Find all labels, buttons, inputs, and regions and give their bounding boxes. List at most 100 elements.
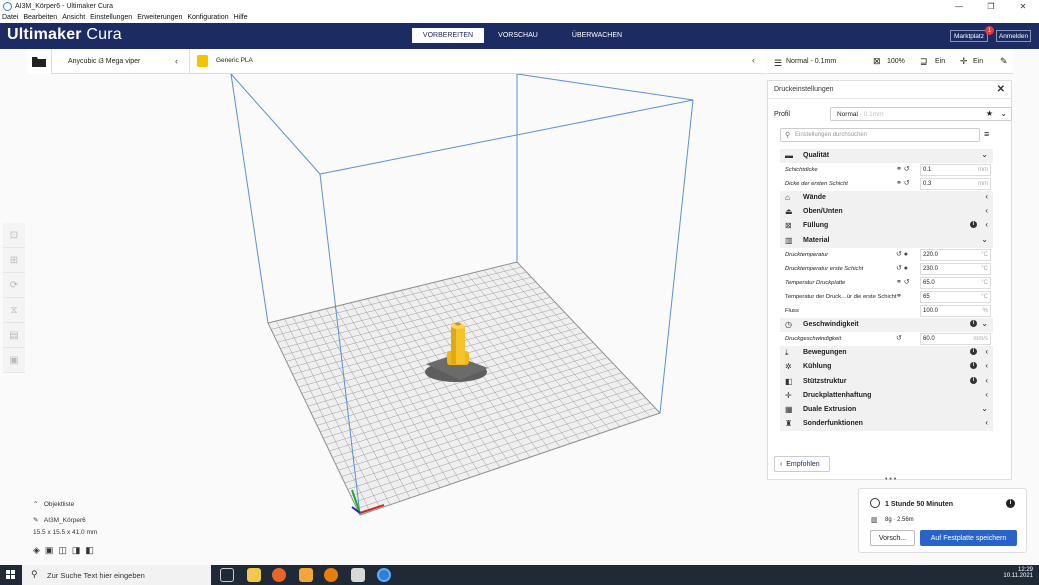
category-icon: ◧ [785, 376, 793, 386]
firefox-icon[interactable] [272, 568, 286, 582]
maximize-button[interactable]: ❐ [975, 0, 1007, 12]
setting-row: Temperatur der Druck…ür die erste Schich… [780, 290, 993, 304]
object-list-header[interactable]: ⌃ Objektliste [33, 500, 153, 508]
support-blocker-icon[interactable]: ▣ [3, 348, 25, 373]
setting-action-icons[interactable]: ↺ ● [896, 250, 908, 258]
chevron-icon[interactable]: ⌄ [981, 235, 988, 244]
chevron-icon[interactable]: ‹ [985, 347, 988, 356]
chevron-icon[interactable]: ‹ [985, 192, 988, 201]
tab-vorschau[interactable]: VORSCHAU [484, 28, 552, 43]
setting-action-icons[interactable]: ↺ ● [896, 264, 908, 272]
printer-chevron-icon[interactable]: ‹ [175, 56, 178, 66]
info-icon[interactable]: i [970, 348, 977, 356]
settings-visibility-menu-icon[interactable]: ≡ [984, 129, 989, 139]
scale-tool-icon[interactable]: ⊞ [3, 248, 25, 273]
blender-icon[interactable] [324, 568, 338, 582]
chevron-icon[interactable]: ‹ [985, 206, 988, 215]
edit-name-icon[interactable]: ✎ [33, 517, 38, 524]
settings-category[interactable]: ▦ Duale Extrusion ⌄ [780, 402, 993, 417]
menu-datei[interactable]: Datei [2, 14, 18, 21]
setting-action-icons[interactable]: ⚭ ↺ [896, 179, 910, 187]
setting-value-field[interactable]: 0.1 mm [920, 164, 991, 177]
profile-dropdown[interactable]: Normal - 0.1mm ★ ⌄ [830, 107, 1012, 121]
minimize-button[interactable]: — [943, 0, 975, 12]
material-selector[interactable]: Generic PLA ‹ [189, 49, 766, 74]
recommended-button[interactable]: ‹ Empfohlen [774, 456, 830, 472]
taskbar-search-input[interactable]: ⚲ Zur Suche Text hier eingeben [22, 565, 211, 585]
signin-button[interactable]: Anmelden [996, 30, 1031, 42]
setting-value-field[interactable]: 100.0% [920, 305, 991, 318]
setting-value-field[interactable]: 65 °C [920, 290, 991, 303]
editor-icon[interactable] [351, 568, 365, 582]
panel-close-icon[interactable]: ✕ [997, 84, 1005, 95]
category-label: Bewegungen [803, 349, 847, 357]
info-icon[interactable]: i [970, 362, 977, 370]
setting-value-field[interactable]: 65.0 °C [920, 276, 991, 289]
setting-value-field[interactable]: 220.0 °C [920, 248, 991, 261]
menu-bearbeiten[interactable]: Bearbeiten [23, 14, 57, 21]
edit-pencil-icon[interactable]: ✎ [1000, 56, 1008, 67]
category-label: Oben/Unten [803, 208, 843, 216]
per-model-settings-icon[interactable]: ▤ [3, 323, 25, 348]
setting-value-field[interactable]: 230.0 °C [920, 262, 991, 275]
search-icon: ⚲ [31, 569, 38, 579]
chevron-icon[interactable]: ‹ [985, 361, 988, 370]
info-icon[interactable]: i [970, 376, 977, 384]
menu-konfiguration[interactable]: Konfiguration [187, 14, 228, 21]
favorite-star-icon[interactable]: ★ [986, 109, 993, 118]
setting-action-icons[interactable]: ⚭ [896, 292, 902, 300]
settings-category[interactable]: ⌂ Wände ‹ [780, 191, 993, 206]
close-button[interactable]: ✕ [1007, 0, 1039, 12]
tab-ueberwachen[interactable]: ÜBERWACHEN [552, 28, 642, 43]
settings-category[interactable]: ♜ Sonderfunktionen ‹ [780, 416, 993, 431]
print-settings-summary[interactable]: ☰ Normal - 0.1mm ⊠ 100% ⊒ Ein ✛ Ein ✎ [767, 49, 1013, 74]
settings-category[interactable]: ◧ Stützstruktur i ‹ [780, 374, 993, 389]
window-title: AI3M_Körper6 - Ultimaker Cura [15, 2, 114, 10]
view-orientation-icons[interactable]: ◈▣◫◨◧ [33, 545, 153, 556]
info-icon[interactable]: i [970, 320, 977, 328]
fusion-icon[interactable] [299, 568, 313, 582]
chevron-icon[interactable]: ‹ [985, 220, 988, 229]
move-tool-icon[interactable]: ⊡ [3, 223, 25, 248]
settings-category[interactable]: ◷ Geschwindigkeit i ⌄ [780, 318, 993, 333]
setting-value-field[interactable]: 60.0 mm/s [920, 333, 991, 346]
menu-einstellungen[interactable]: Einstellungen [90, 14, 132, 21]
save-to-disk-button[interactable]: Auf Festplatte speichern [920, 530, 1017, 546]
settings-search-input[interactable]: ⚲ Einstellungen durchsuchen [780, 128, 980, 142]
settings-category[interactable]: ✛ Druckplattenhaftung ‹ [780, 388, 993, 403]
chevron-icon[interactable]: ⌄ [981, 150, 988, 159]
chevron-icon[interactable]: ⌄ [981, 404, 988, 413]
chevron-icon[interactable]: ⌄ [981, 319, 988, 328]
info-icon[interactable]: i [1006, 499, 1015, 508]
material-chevron-icon[interactable]: ‹ [752, 55, 755, 65]
menu-ansicht[interactable]: Ansicht [62, 14, 85, 21]
chevron-icon[interactable]: ‹ [985, 390, 988, 399]
mirror-tool-icon[interactable]: ⧖ [3, 298, 25, 323]
marketplace-button[interactable]: Marktplatz [950, 30, 988, 42]
file-explorer-icon[interactable] [247, 568, 261, 582]
chevron-icon[interactable]: ‹ [985, 418, 988, 427]
settings-category[interactable]: ▥ Material ⌄ [780, 233, 993, 248]
cura-taskbar-icon[interactable] [377, 568, 391, 582]
settings-category[interactable]: ⤓ Bewegungen i ‹ [780, 346, 993, 361]
chevron-icon[interactable]: ‹ [985, 376, 988, 385]
settings-category[interactable]: ⊠ Füllung i ‹ [780, 219, 993, 234]
setting-action-icons[interactable]: ⚭ ↺ [896, 165, 910, 173]
task-view-icon[interactable] [220, 568, 234, 582]
info-icon[interactable]: i [970, 221, 977, 229]
profile-label: Profil [774, 111, 790, 118]
menu-erweiterungen[interactable]: Erweiterungen [137, 14, 182, 21]
settings-category[interactable]: ▬ Qualität ⌄ [780, 149, 993, 164]
setting-action-icons[interactable]: ↺ [896, 334, 902, 342]
rotate-tool-icon[interactable]: ⟳ [3, 273, 25, 298]
settings-category[interactable]: ⏏ Oben/Unten ‹ [780, 205, 993, 220]
tab-vorbereiten[interactable]: VORBEREITEN [412, 28, 484, 43]
menu-hilfe[interactable]: Hilfe [234, 14, 248, 21]
setting-value-field[interactable]: 0.3 mm [920, 178, 991, 191]
panel-resize-handle[interactable]: • • • [885, 476, 896, 483]
windows-start-icon[interactable] [0, 565, 21, 585]
open-file-button[interactable] [27, 49, 52, 74]
settings-category[interactable]: ✲ Kühlung i ‹ [780, 360, 993, 375]
setting-action-icons[interactable]: ⚭ ↺ [896, 278, 910, 286]
preview-button[interactable]: Vorsch... [870, 530, 915, 546]
